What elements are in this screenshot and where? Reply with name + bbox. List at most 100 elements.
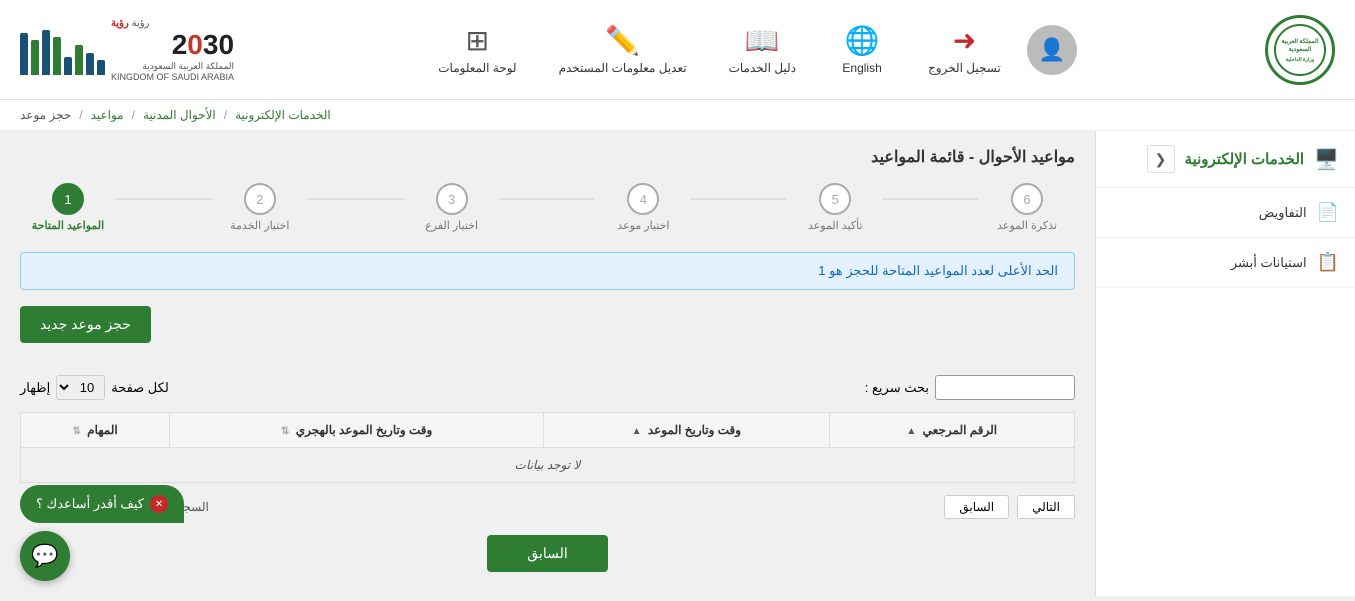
- search-input[interactable]: [935, 375, 1075, 400]
- sidebar-logo-icon: 🖥️: [1314, 147, 1339, 172]
- no-data-row: لا توجد بيانات: [21, 448, 1075, 483]
- svg-text:وزارة الداخلية: وزارة الداخلية: [1286, 57, 1315, 63]
- step-line-3-4: [500, 198, 596, 200]
- top-navigation: المملكة العربية السعودية وزارة الداخلية …: [0, 0, 1355, 100]
- new-appointment-button[interactable]: حجز موعد جديد: [20, 306, 151, 343]
- chat-bubble: ✕ كيف أقدر أساعدك ؟: [20, 485, 184, 523]
- show-per-page-suffix: لكل صفحة: [111, 380, 169, 396]
- svg-text:المملكة العربية: المملكة العربية: [1281, 38, 1318, 45]
- chat-widget: ✕ كيف أقدر أساعدك ؟ 💬: [20, 485, 184, 581]
- step-2: 2 اختيار الخدمة: [212, 183, 308, 232]
- logout-label: تسجيل الخروج: [928, 61, 1001, 75]
- edit-icon: ✏️: [605, 24, 640, 57]
- svg-text:السعودية: السعودية: [1289, 46, 1312, 53]
- chat-icon: 💬: [31, 543, 58, 569]
- sidebar-collapse-button[interactable]: ❮: [1147, 145, 1175, 173]
- info-box: الحد الأعلى لعدد المواعيد المتاحة للحجز …: [20, 252, 1075, 290]
- step-3-circle: 3: [436, 183, 468, 215]
- sort-ref-icon[interactable]: ▲: [906, 426, 916, 437]
- step-4-circle: 4: [627, 183, 659, 215]
- chat-bubble-text: كيف أقدر أساعدك ؟: [36, 496, 144, 512]
- globe-icon: 🌐: [845, 24, 880, 57]
- step-6-label: تذكرة الموعد: [997, 219, 1057, 232]
- main-layout: 🖥️ الخدمات الإلكترونية ❮ 📄 التفاويض 📋 اس…: [0, 131, 1355, 596]
- step-line-2-3: [308, 198, 404, 200]
- step-line-4-5: [691, 198, 787, 200]
- breadcrumb-current: حجز موعد: [20, 108, 71, 122]
- sidebar-title: الخدمات الإلكترونية: [1185, 150, 1305, 168]
- show-control: لكل صفحة 10 25 50 إظهار: [20, 375, 169, 400]
- step-2-label: اختيار الخدمة: [230, 219, 289, 232]
- step-4: 4 اختيار موعد: [595, 183, 691, 232]
- logout-icon: ➜: [953, 24, 976, 57]
- book-icon: 📖: [745, 24, 780, 57]
- step-3: 3 اختيار الفرع: [404, 183, 500, 232]
- breadcrumb-electronic-services[interactable]: الخدمات الإلكترونية: [235, 108, 331, 122]
- step-line-5-6: [883, 198, 979, 200]
- vision-year: 2030: [111, 29, 234, 61]
- sidebar: 🖥️ الخدمات الإلكترونية ❮ 📄 التفاويض 📋 اس…: [1095, 131, 1355, 596]
- step-1-label: المواعيد المتاحة: [32, 219, 104, 232]
- col-datetime: وقت وتاريخ الموعد ▲: [544, 413, 829, 448]
- table-controls: بحث سريع : لكل صفحة 10 25 50 إظهار: [20, 375, 1075, 400]
- sidebar-item-negotiations[interactable]: 📄 التفاويض: [1096, 188, 1355, 238]
- step-1-circle: 1: [52, 183, 84, 215]
- vision-2030-logo: رؤية رؤية 2030 المملكة العربية السعوديةK…: [20, 18, 234, 82]
- sidebar-item-absher[interactable]: 📋 استيانات أبشر: [1096, 238, 1355, 288]
- logo-area: المملكة العربية السعودية وزارة الداخلية: [1265, 15, 1335, 85]
- edit-info-label: تعديل معلومات المستخدم: [559, 61, 687, 75]
- step-4-label: اختيار موعد: [617, 219, 669, 232]
- back-button[interactable]: السابق: [487, 535, 607, 572]
- appointments-table: الرقم المرجعي ▲ وقت وتاريخ الموعد ▲ وقت …: [20, 412, 1075, 483]
- breadcrumb: الخدمات الإلكترونية / الأحوال المدنية / …: [0, 100, 1355, 131]
- nav-actions: 👤 ➜ تسجيل الخروج 🌐 English 📖 دليل الخدما…: [234, 18, 1265, 81]
- sort-tasks-icon[interactable]: ⇅: [72, 426, 80, 437]
- step-line-1-2: [116, 198, 212, 200]
- vision-chart: [20, 25, 105, 75]
- sort-datetime-icon[interactable]: ▲: [632, 426, 642, 437]
- user-avatar[interactable]: 👤: [1027, 25, 1077, 75]
- sort-hijri-icon[interactable]: ⇅: [281, 426, 289, 437]
- per-page-select[interactable]: 10 25 50: [56, 375, 105, 400]
- step-3-label: اختيار الفرع: [425, 219, 478, 232]
- step-5-label: تأكيد الموعد: [808, 219, 863, 232]
- breadcrumb-appointments[interactable]: مواعيد: [91, 108, 124, 122]
- ministry-logo: المملكة العربية السعودية وزارة الداخلية: [1265, 15, 1335, 85]
- step-5: 5 تأكيد الموعد: [787, 183, 883, 232]
- dashboard-label: لوحة المعلومات: [438, 61, 516, 75]
- service-guide-label: دليل الخدمات: [729, 61, 796, 75]
- step-6-circle: 6: [1011, 183, 1043, 215]
- chat-close-button[interactable]: ✕: [150, 495, 168, 513]
- search-control: بحث سريع :: [865, 375, 1075, 400]
- page-title: مواعيد الأحوال - قائمة المواعيد: [20, 147, 1075, 167]
- vision-label: رؤية رؤية: [111, 18, 234, 29]
- breadcrumb-civil-affairs[interactable]: الأحوال المدنية: [143, 108, 216, 122]
- english-button[interactable]: 🌐 English: [822, 18, 902, 81]
- show-label: إظهار: [20, 380, 50, 396]
- chat-open-button[interactable]: 💬: [20, 531, 70, 581]
- step-1: 1 المواعيد المتاحة: [20, 183, 116, 232]
- english-label: English: [842, 61, 881, 75]
- col-tasks: المهام ⇅: [21, 413, 170, 448]
- sidebar-item-negotiations-label: التفاويض: [1259, 205, 1307, 221]
- step-5-circle: 5: [819, 183, 851, 215]
- next-page-button[interactable]: التالي: [1017, 495, 1075, 519]
- col-ref: الرقم المرجعي ▲: [829, 413, 1074, 448]
- dashboard-icon: ⊞: [466, 24, 489, 57]
- negotiations-icon: 📄: [1317, 202, 1339, 223]
- dashboard-button[interactable]: ⊞ لوحة المعلومات: [422, 18, 532, 81]
- step-6: 6 تذكرة الموعد: [979, 183, 1075, 232]
- prev-page-button[interactable]: السابق: [944, 495, 1009, 519]
- edit-info-button[interactable]: ✏️ تعديل معلومات المستخدم: [543, 18, 703, 81]
- service-guide-button[interactable]: 📖 دليل الخدمات: [713, 18, 812, 81]
- no-data-cell: لا توجد بيانات: [21, 448, 1075, 483]
- pagination-buttons: التالي السابق: [944, 495, 1075, 519]
- search-label: بحث سريع :: [865, 380, 929, 396]
- logout-button[interactable]: ➜ تسجيل الخروج: [912, 18, 1017, 81]
- absher-icon: 📋: [1317, 252, 1339, 273]
- col-hijri: وقت وتاريخ الموعد بالهجري ⇅: [170, 413, 544, 448]
- step-2-circle: 2: [244, 183, 276, 215]
- stepper: 6 تذكرة الموعد 5 تأكيد الموعد 4 اختيار م…: [20, 183, 1075, 232]
- vision-sub: المملكة العربية السعوديةKINGDOM OF SAUDI…: [111, 61, 234, 82]
- sidebar-item-absher-label: استيانات أبشر: [1231, 255, 1307, 271]
